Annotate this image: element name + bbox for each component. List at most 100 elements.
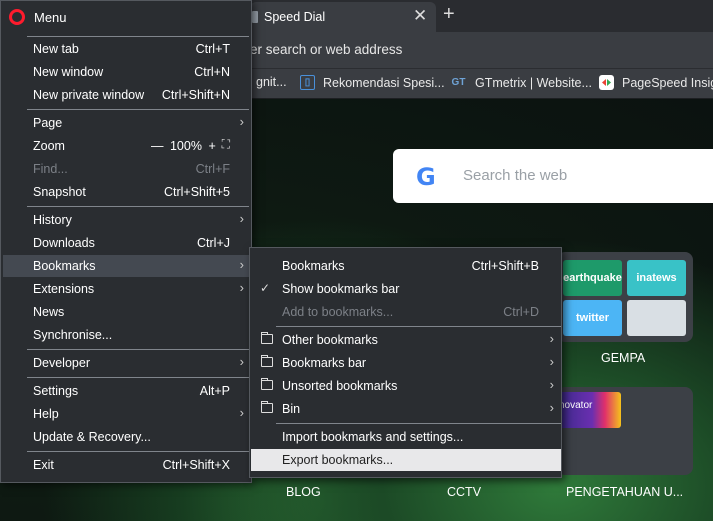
menu-item-news[interactable]: News [3,301,249,323]
menu-item-new-window[interactable]: New window Ctrl+N [3,61,249,83]
menu-item-find[interactable]: Find... Ctrl+F [3,158,249,180]
submenu-item-label: Bin [282,402,301,416]
submenu-item-shortcut: Ctrl+D [503,305,539,319]
menu-item-snapshot[interactable]: Snapshot Ctrl+Shift+5 [3,181,249,203]
bookmark-item[interactable]: gnit... [256,75,287,89]
main-menu: Menu New tab Ctrl+T New window Ctrl+N Ne… [0,0,252,483]
menu-divider [27,206,249,207]
tile-label-blog: BLOG [286,485,321,499]
bookmark-item[interactable]: ▯ Rekomendasi Spesi... [300,75,445,90]
menu-item-new-private-window[interactable]: New private window Ctrl+Shift+N [3,84,249,106]
chevron-right-icon: › [239,354,244,369]
menu-item-label: Developer [33,356,90,370]
zoom-out-button[interactable]: — [151,139,164,153]
zoom-in-button[interactable]: + [208,139,215,153]
submenu-item-bookmarks-bar[interactable]: Bookmarks bar › [251,352,561,374]
bookmark-item[interactable]: PageSpeed Insigh [599,75,713,90]
new-tab-button[interactable]: + [443,3,455,26]
menu-divider [27,36,249,37]
tile-earthquake[interactable]: earthquake [563,260,622,296]
menu-item-label: Update & Recovery... [33,430,151,444]
menu-item-zoom[interactable]: Zoom — 100% + ⛶ [3,135,249,157]
speed-dial-tile[interactable]: novator [557,387,693,475]
menu-item-label: New window [33,65,104,79]
menu-item-extensions[interactable]: Extensions › [3,278,249,300]
menu-item-label: Settings [33,384,79,398]
pagespeed-icon [599,75,614,90]
menu-divider [27,377,249,378]
checkmark-icon: ✓ [260,281,271,295]
menu-item-developer[interactable]: Developer › [3,352,249,374]
menu-item-label: New tab [33,42,79,56]
tile-inatews[interactable]: inatews [627,260,686,296]
folder-icon [261,355,273,367]
menu-item-label: Synchronise... [33,328,113,342]
fullscreen-icon[interactable]: ⛶ [222,137,230,152]
chevron-right-icon: › [549,331,554,346]
submenu-item-show-bookmarks-bar[interactable]: ✓ Show bookmarks bar [251,278,561,300]
submenu-item-label: Show bookmarks bar [282,282,400,296]
folder-icon [261,401,273,413]
folder-icon [261,332,273,344]
submenu-item-label: Other bookmarks [282,333,378,347]
menu-item-update-recovery[interactable]: Update & Recovery... [3,426,249,448]
menu-item-shortcut: Ctrl+F [195,162,230,176]
chevron-right-icon: › [549,377,554,392]
tile-label-cctv: CCTV [447,485,482,499]
menu-item-page[interactable]: Page › [3,112,249,134]
menu-item-downloads[interactable]: Downloads Ctrl+J [3,232,249,254]
submenu-item-label: Unsorted bookmarks [282,379,398,393]
opera-logo-icon [9,9,25,25]
submenu-item-label: Export bookmarks... [282,453,394,467]
menu-item-exit[interactable]: Exit Ctrl+Shift+X [3,454,249,476]
tile-map[interactable] [627,300,686,336]
folder-icon [261,378,273,390]
menu-item-synchronise[interactable]: Synchronise... [3,324,249,346]
tile-twitter[interactable]: twitter [563,300,622,336]
menu-item-label: News [33,305,65,319]
menu-item-label: Page [33,116,63,130]
menu-item-new-tab[interactable]: New tab Ctrl+T [3,38,249,60]
menu-item-label: Zoom [33,139,65,153]
menu-item-shortcut: Alt+P [199,384,230,398]
tile-label-pengetahuan: PENGETAHUAN U... [566,485,684,499]
menu-item-label: Help [33,407,59,421]
bookmark-label: Rekomendasi Spesi... [323,75,445,90]
speed-dial-folder-gempa[interactable]: earthquake inatews twitter [557,252,693,342]
submenu-item-label: Bookmarks bar [282,356,367,370]
menu-item-shortcut: Ctrl+Shift+X [162,458,230,472]
menu-item-label: History [33,213,72,227]
search-placeholder: Search the web [463,167,568,184]
menu-item-bookmarks[interactable]: Bookmarks › [3,255,249,277]
bookmark-label: GTmetrix | Website... [475,75,592,90]
close-icon[interactable]: ✕ [413,6,427,26]
submenu-item-label: Import bookmarks and settings... [282,430,464,444]
menu-item-label: Exit [33,458,54,472]
menu-item-shortcut: Ctrl+Shift+N [161,88,230,102]
menu-item-label: Snapshot [33,185,86,199]
menu-header: Menu [9,9,67,25]
bookmark-item[interactable]: GT GTmetrix | Website... [450,75,592,90]
menu-title: Menu [34,9,67,25]
submenu-divider [276,326,561,327]
address-placeholder: er search or web address [250,42,403,57]
menu-divider [27,451,249,452]
submenu-item-add-to-bookmarks[interactable]: Add to bookmarks... Ctrl+D [251,301,561,323]
submenu-item-bin[interactable]: Bin › [251,398,561,420]
submenu-item-other-bookmarks[interactable]: Other bookmarks › [251,329,561,351]
submenu-item-unsorted-bookmarks[interactable]: Unsorted bookmarks › [251,375,561,397]
chevron-right-icon: › [239,405,244,420]
menu-item-label: New private window [33,88,145,102]
submenu-item-label: Bookmarks [282,259,345,273]
menu-item-label: Bookmarks [33,259,96,273]
menu-item-help[interactable]: Help › [3,403,249,425]
menu-item-settings[interactable]: Settings Alt+P [3,380,249,402]
menu-item-label: Extensions [33,282,95,296]
search-box[interactable]: G Search the web [393,149,713,203]
submenu-item-import-bookmarks[interactable]: Import bookmarks and settings... [251,426,561,448]
submenu-item-export-bookmarks[interactable]: Export bookmarks... [251,449,561,471]
tab-speed-dial[interactable]: Speed Dial ✕ [250,2,436,32]
folder-label-gempa: GEMPA [601,351,646,365]
menu-item-history[interactable]: History › [3,209,249,231]
submenu-item-bookmarks[interactable]: Bookmarks Ctrl+Shift+B [251,255,561,277]
